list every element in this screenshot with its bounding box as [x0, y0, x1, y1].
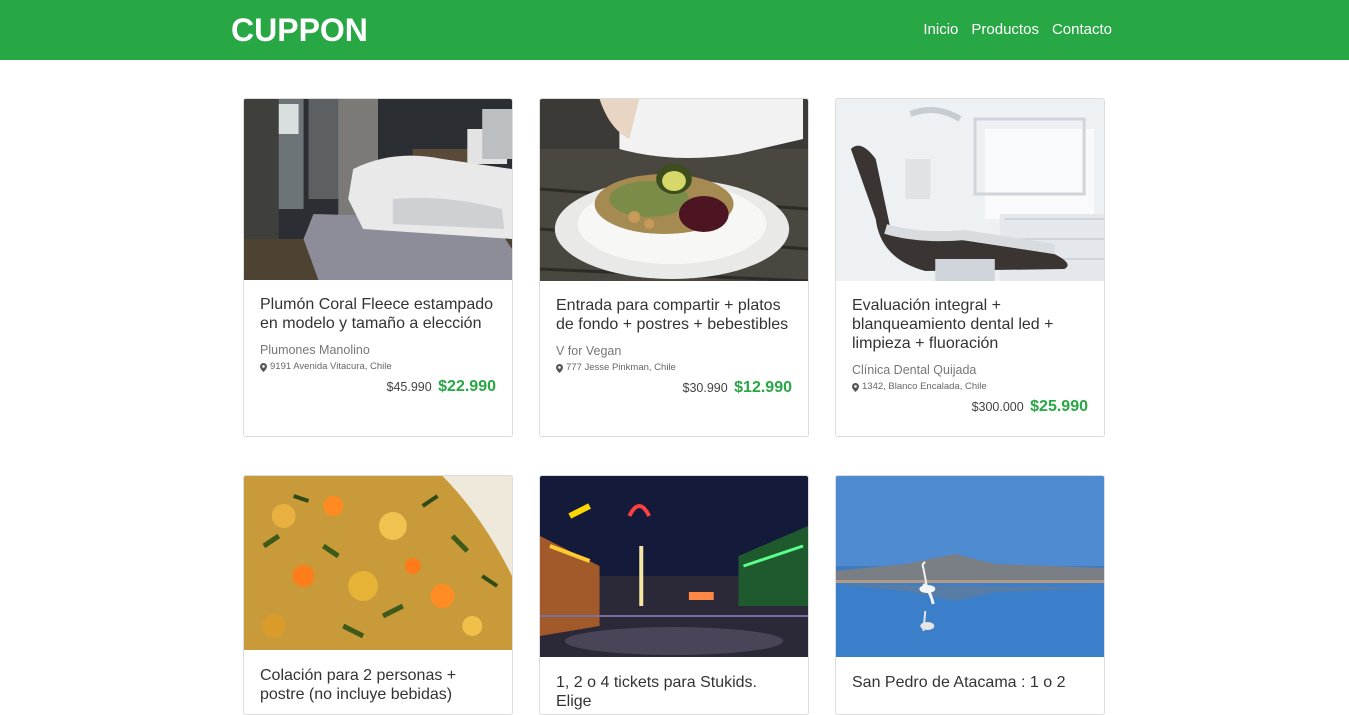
navbar: CUPPON Inicio Productos Contacto	[0, 0, 1349, 60]
product-image[interactable]	[244, 99, 512, 280]
product-image[interactable]	[540, 99, 808, 281]
prices: $30.990 $12.990	[556, 377, 792, 399]
old-price: $30.990	[682, 381, 728, 395]
nav-link-productos[interactable]: Productos	[971, 20, 1039, 40]
old-price: $300.000	[971, 400, 1024, 414]
old-price: $45.990	[386, 380, 432, 394]
product-title[interactable]: San Pedro de Atacama : 1 o 2	[852, 673, 1088, 692]
product-title[interactable]: Plumón Coral Fleece estampado en modelo …	[260, 295, 496, 333]
new-price: $22.990	[438, 378, 496, 395]
provider-name: V for Vegan	[556, 344, 622, 358]
product-card[interactable]: 1, 2 o 4 tickets para Stukids. Elige	[539, 475, 809, 715]
map-marker-icon	[260, 362, 267, 372]
product-title[interactable]: 1, 2 o 4 tickets para Stukids. Elige	[556, 673, 792, 711]
address: 777 Jesse Pinkman, Chile	[556, 361, 792, 375]
prices: $300.000 $25.990	[852, 396, 1088, 418]
product-card[interactable]: Colación para 2 personas + postre (no in…	[243, 475, 513, 715]
nav-link-contacto[interactable]: Contacto	[1052, 20, 1112, 40]
address-text: 777 Jesse Pinkman, Chile	[566, 362, 676, 373]
product-title[interactable]: Entrada para compartir + platos de fondo…	[556, 296, 792, 334]
address-text: 1342, Blanco Encalada, Chile	[862, 381, 987, 392]
brand-logo[interactable]: CUPPON	[231, 10, 368, 50]
nav-link-inicio[interactable]: Inicio	[923, 20, 958, 40]
map-marker-icon	[852, 382, 859, 392]
provider-name: Plumones Manolino	[260, 343, 370, 357]
address-text: 9191 Avenida Vitacura, Chile	[270, 361, 392, 372]
address: 1342, Blanco Encalada, Chile	[852, 380, 1088, 394]
product-image[interactable]	[540, 476, 808, 657]
new-price: $12.990	[734, 379, 792, 396]
product-card[interactable]: San Pedro de Atacama : 1 o 2	[835, 475, 1105, 715]
product-card[interactable]: Plumón Coral Fleece estampado en modelo …	[243, 98, 513, 437]
prices: $45.990 $22.990	[260, 376, 496, 398]
address: 9191 Avenida Vitacura, Chile	[260, 360, 496, 374]
product-image[interactable]	[836, 99, 1104, 281]
product-card[interactable]: Evaluación integral + blanqueamiento den…	[835, 98, 1105, 437]
new-price: $25.990	[1030, 398, 1088, 415]
product-title[interactable]: Evaluación integral + blanqueamiento den…	[852, 296, 1088, 353]
product-image[interactable]	[836, 476, 1104, 657]
product-card[interactable]: Entrada para compartir + platos de fondo…	[539, 98, 809, 437]
map-marker-icon	[556, 363, 563, 373]
provider-name: Clínica Dental Quijada	[852, 363, 977, 377]
product-title[interactable]: Colación para 2 personas + postre (no in…	[260, 666, 496, 704]
nav-links: Inicio Productos Contacto	[923, 20, 1112, 40]
product-image[interactable]	[244, 476, 512, 650]
